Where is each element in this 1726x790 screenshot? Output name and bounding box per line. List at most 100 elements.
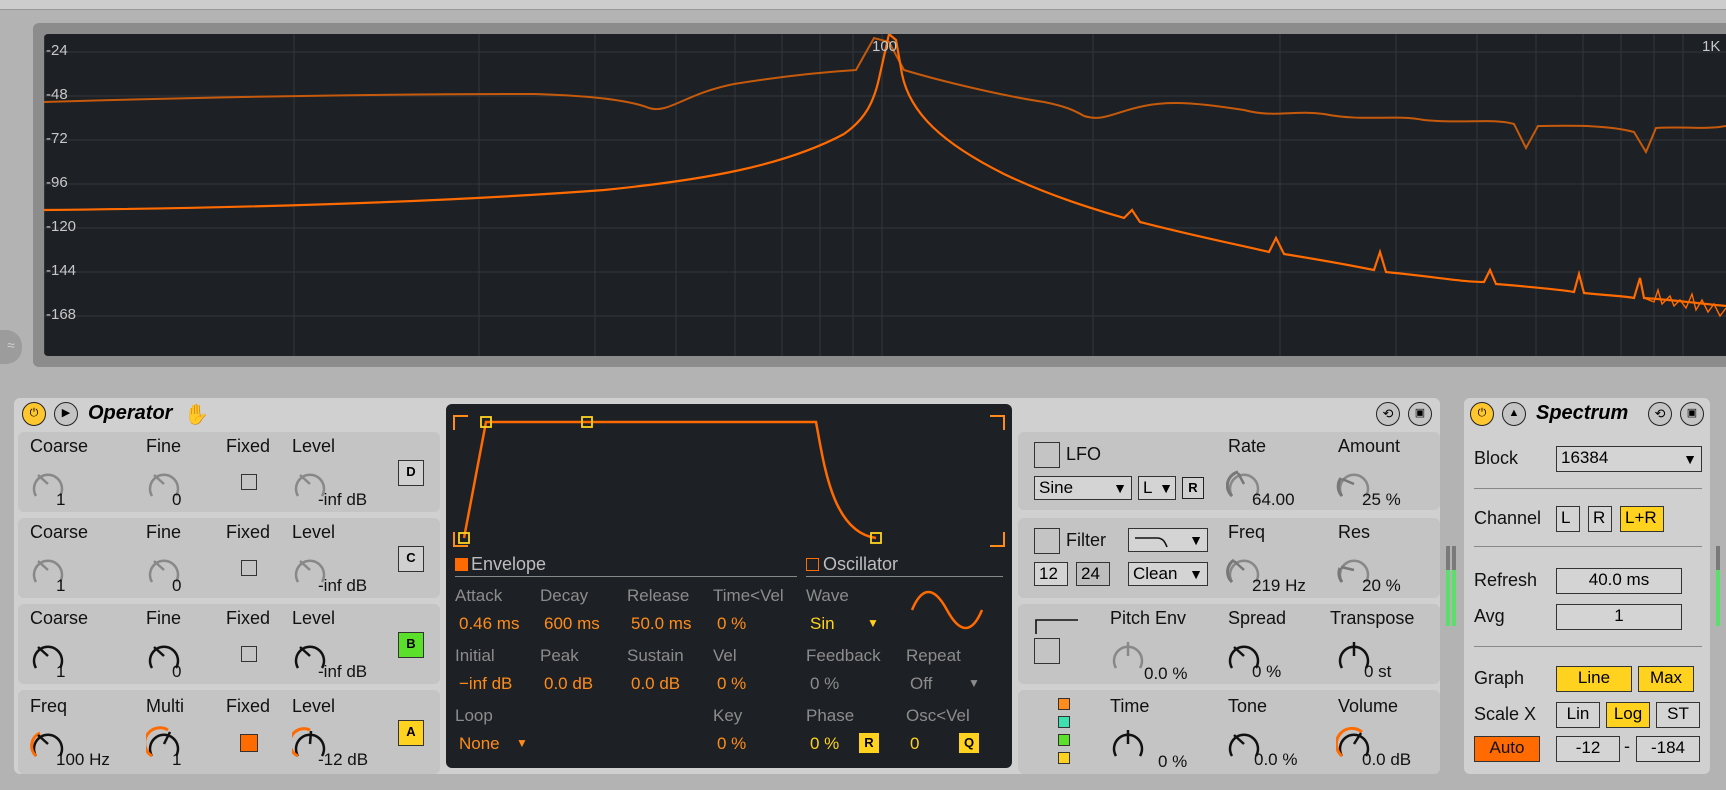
lfo-label: LFO	[1066, 444, 1102, 464]
peak-value[interactable]: 0.0 dB	[544, 674, 593, 694]
lfo-dest-select[interactable]: L ▼	[1138, 476, 1176, 500]
hot-swap-icon[interactable]: ⟲	[1648, 402, 1672, 426]
operator-c-button[interactable]: C	[398, 546, 424, 572]
key-value[interactable]: 0 %	[717, 734, 746, 754]
operator-d-button[interactable]: D	[398, 460, 424, 486]
fixed-checkbox[interactable]	[241, 474, 257, 490]
y-label: -24	[46, 42, 68, 59]
attack-value[interactable]: 0.46 ms	[459, 614, 519, 634]
phase-value[interactable]: 0 %	[810, 734, 839, 754]
algorithm-indicator-icon	[1058, 752, 1070, 764]
decay-value[interactable]: 600 ms	[544, 614, 600, 634]
filter-type-select[interactable]: ▼	[1128, 528, 1208, 552]
phase-retrigger-button[interactable]: R	[858, 732, 880, 754]
hot-swap-icon[interactable]: ⟲	[1376, 402, 1400, 426]
osc-vel-value[interactable]: 0	[910, 734, 919, 754]
loop-select[interactable]: None	[459, 734, 500, 754]
tone-value: 0.0 %	[1254, 750, 1298, 769]
avg-value[interactable]: 1	[1556, 604, 1682, 630]
lfo-toggle[interactable]	[1034, 442, 1060, 468]
chevron-down-icon: ▼	[1113, 480, 1127, 496]
operator-a-button[interactable]: A	[398, 720, 424, 746]
amount-value: 25 %	[1362, 490, 1401, 509]
lowpass-icon	[1135, 537, 1168, 548]
refresh-value[interactable]: 40.0 ms	[1556, 568, 1682, 594]
vel-value[interactable]: 0 %	[717, 674, 746, 694]
repeat-select[interactable]: Off	[910, 674, 932, 694]
multi-value: 1	[172, 750, 182, 769]
filter-mode-select[interactable]: Clean ▼	[1128, 562, 1208, 586]
fine-value: 0	[172, 490, 182, 509]
scale-log-button[interactable]: Log	[1606, 702, 1650, 728]
wave-select[interactable]: Sin	[810, 614, 835, 634]
scale-st-button[interactable]: ST	[1656, 702, 1700, 728]
fixed-label: Fixed	[226, 522, 271, 542]
pitch-env-knob[interactable]	[1110, 638, 1146, 674]
time-knob[interactable]	[1110, 726, 1146, 762]
operator-b-button[interactable]: B	[398, 632, 424, 658]
spectrum-graph	[44, 34, 1726, 356]
range-high-value[interactable]: -184	[1636, 736, 1700, 762]
fixed-checkbox[interactable]	[241, 646, 257, 662]
graph-max-button[interactable]: Max	[1638, 666, 1694, 692]
algorithm-indicator-icon	[1058, 698, 1070, 710]
save-preset-icon[interactable]: ▣	[1408, 402, 1432, 426]
repeat-dropdown-icon[interactable]: ▼	[968, 676, 980, 690]
time-vel-value[interactable]: 0 %	[717, 614, 746, 634]
block-select[interactable]: 16384 ▼	[1556, 446, 1702, 472]
scale-x-label: Scale X	[1474, 704, 1537, 724]
range-low-value[interactable]: -12	[1556, 736, 1620, 762]
time-label: Time	[1110, 696, 1150, 716]
filter-24-button[interactable]: 24	[1076, 562, 1110, 586]
feedback-value[interactable]: 0 %	[810, 674, 839, 694]
release-value[interactable]: 50.0 ms	[631, 614, 691, 634]
fold-icon[interactable]: ▲	[1502, 402, 1526, 426]
osc-vel-q-button[interactable]: Q	[958, 732, 980, 754]
collapse-icon[interactable]: ≈	[0, 330, 22, 364]
channel-lr-button[interactable]: L+R	[1620, 506, 1664, 532]
lfo-wave-select[interactable]: Sine ▼	[1034, 476, 1132, 500]
coarse-label: Coarse	[30, 608, 89, 628]
graph-line-button[interactable]: Line	[1556, 666, 1632, 692]
sustain-value[interactable]: 0.0 dB	[631, 674, 680, 694]
device-power-icon[interactable]: ⏻	[22, 402, 46, 426]
attack-label: Attack	[455, 586, 503, 605]
envelope-header: Envelope	[471, 554, 547, 574]
spread-value: 0 %	[1252, 662, 1282, 681]
initial-value[interactable]: −inf dB	[459, 674, 512, 694]
fixed-checkbox[interactable]	[241, 560, 257, 576]
y-label: -144	[46, 262, 77, 279]
fixed-label: Fixed	[226, 696, 271, 716]
amount-label: Amount	[1338, 436, 1401, 456]
channel-r-button[interactable]: R	[1588, 506, 1612, 532]
pitch-env-toggle[interactable]	[1034, 638, 1060, 664]
block-value: 16384	[1561, 448, 1609, 467]
save-preset-icon[interactable]: ▣	[1680, 402, 1704, 426]
oscillator-toggle[interactable]	[806, 558, 819, 571]
osc-vel-label: Osc<Vel	[906, 706, 970, 725]
spectrum-meter	[1716, 546, 1720, 626]
loop-dropdown-icon[interactable]: ▼	[516, 736, 528, 750]
filter-12-button[interactable]: 12	[1034, 562, 1068, 586]
volume-value: 0.0 dB	[1362, 750, 1412, 769]
fixed-checkbox-checked[interactable]	[240, 734, 258, 752]
divider	[1474, 546, 1702, 547]
wave-dropdown-icon[interactable]: ▼	[867, 616, 879, 630]
scale-lin-button[interactable]: Lin	[1556, 702, 1600, 728]
channel-l-button[interactable]: L	[1556, 506, 1580, 532]
filter-toggle[interactable]	[1034, 528, 1060, 554]
device-power-icon[interactable]: ⏻	[1470, 402, 1494, 426]
preview-play-icon[interactable]: ▶	[54, 402, 78, 426]
vel-label: Vel	[713, 646, 737, 665]
rate-label: Rate	[1228, 436, 1267, 456]
auto-button[interactable]: Auto	[1474, 736, 1540, 762]
envelope-toggle[interactable]	[455, 558, 468, 571]
filter-label: Filter	[1066, 530, 1106, 550]
envelope-graph[interactable]	[446, 404, 1012, 554]
sine-wave-icon	[910, 590, 984, 630]
oscillator-header: Oscillator	[823, 554, 899, 574]
repeat-label: Repeat	[906, 646, 961, 665]
refresh-label: Refresh	[1474, 570, 1538, 590]
x-label: 100	[872, 38, 898, 55]
lfo-retrigger-button[interactable]: R	[1182, 477, 1204, 499]
